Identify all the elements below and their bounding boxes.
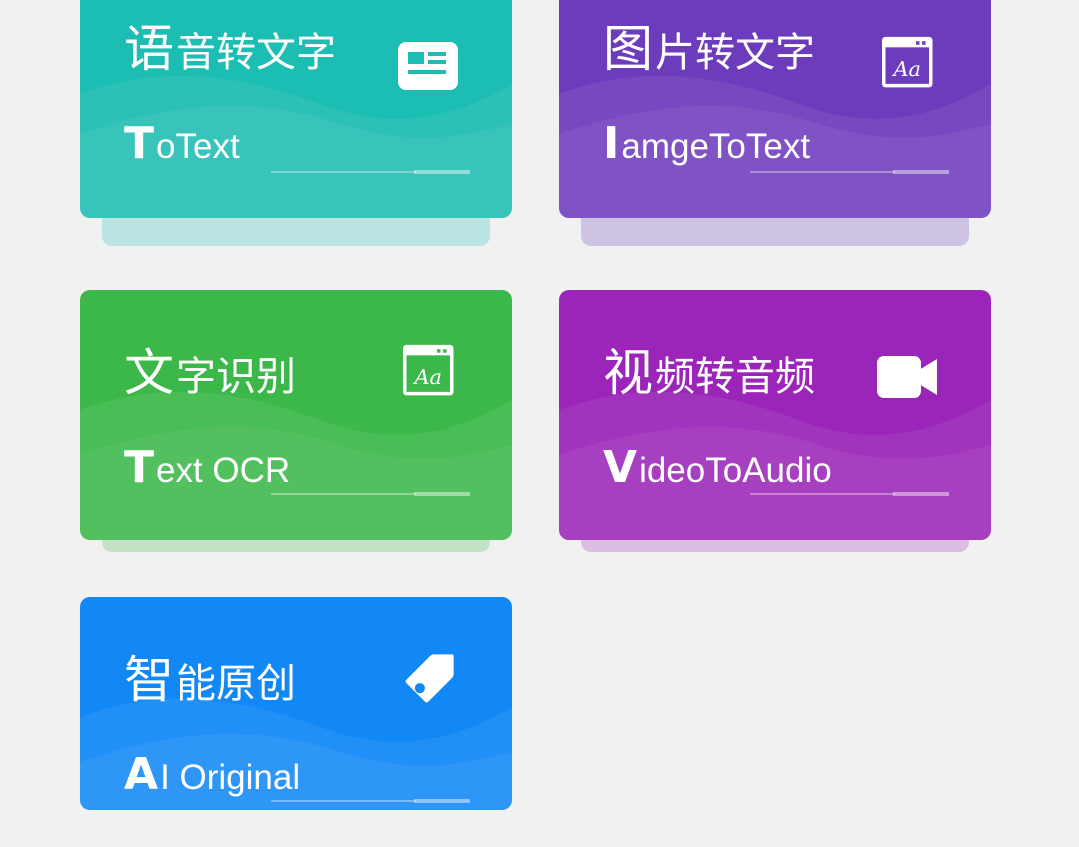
title-rest: 能原创: [176, 661, 296, 707]
card-title: 图 片转文字: [603, 24, 815, 74]
title-first-char: 文: [124, 344, 174, 402]
subtitle-first-char: T: [124, 118, 155, 169]
card-image-to-text[interactable]: 图 片转文字 Aa I amgeToText: [559, 0, 991, 246]
title-rest: 片转文字: [655, 30, 815, 76]
card-voice-to-text[interactable]: 语 音转文字 T oText: [80, 0, 512, 246]
title-first-char: 语: [124, 20, 174, 78]
subtitle-rest: ext OCR: [156, 451, 291, 490]
font-window-icon: Aa: [403, 344, 454, 396]
card-body[interactable]: 图 片转文字 Aa I amgeToText: [559, 0, 991, 218]
card-title: 视 频转音频: [603, 348, 815, 398]
title-first-char: 智: [124, 651, 174, 709]
card-subtitle: T oText: [124, 122, 240, 166]
svg-text:Aa: Aa: [412, 365, 442, 389]
card-subtitle: A I Original: [124, 753, 300, 797]
card-video-to-audio[interactable]: 视 频转音频 V ideoToAudio: [559, 290, 991, 552]
card-text-ocr[interactable]: 文 字识别 Aa T ext OCR: [80, 290, 512, 552]
subtitle-rest: I Original: [160, 758, 301, 797]
subtitle-first-char: V: [603, 442, 638, 493]
subtitle-first-char: I: [603, 118, 620, 169]
wave-decoration: [80, 391, 512, 540]
card-body[interactable]: 视 频转音频 V ideoToAudio: [559, 290, 991, 540]
svg-text:Aa: Aa: [891, 57, 921, 81]
card-subtitle: V ideoToAudio: [603, 446, 832, 490]
underline-decoration: [271, 492, 470, 496]
underline-decoration: [271, 799, 470, 803]
document-card-icon: [398, 42, 458, 90]
card-title: 智 能原创: [124, 655, 296, 705]
title-rest: 音转文字: [176, 30, 336, 76]
subtitle-first-char: A: [124, 749, 159, 800]
card-title: 语 音转文字: [124, 24, 336, 74]
subtitle-rest: amgeToText: [621, 127, 811, 166]
card-body[interactable]: 文 字识别 Aa T ext OCR: [80, 290, 512, 540]
card-body[interactable]: 语 音转文字 T oText: [80, 0, 512, 218]
card-title: 文 字识别: [124, 348, 296, 398]
underline-decoration: [750, 492, 949, 496]
video-camera-icon: [877, 356, 937, 398]
card-body[interactable]: 智 能原创 A I Original: [80, 597, 512, 810]
title-rest: 频转音频: [655, 354, 815, 400]
tag-icon: [405, 654, 454, 703]
title-rest: 字识别: [176, 354, 296, 400]
title-first-char: 图: [603, 20, 653, 78]
card-subtitle: T ext OCR: [124, 446, 290, 490]
card-subtitle: I amgeToText: [603, 122, 810, 166]
underline-decoration: [750, 170, 949, 174]
title-first-char: 视: [603, 344, 653, 402]
wave-decoration: [559, 391, 991, 540]
underline-decoration: [271, 170, 470, 174]
subtitle-rest: ideoToAudio: [639, 451, 832, 490]
subtitle-first-char: T: [124, 442, 155, 493]
font-window-icon: Aa: [882, 36, 933, 88]
subtitle-rest: oText: [156, 127, 240, 166]
